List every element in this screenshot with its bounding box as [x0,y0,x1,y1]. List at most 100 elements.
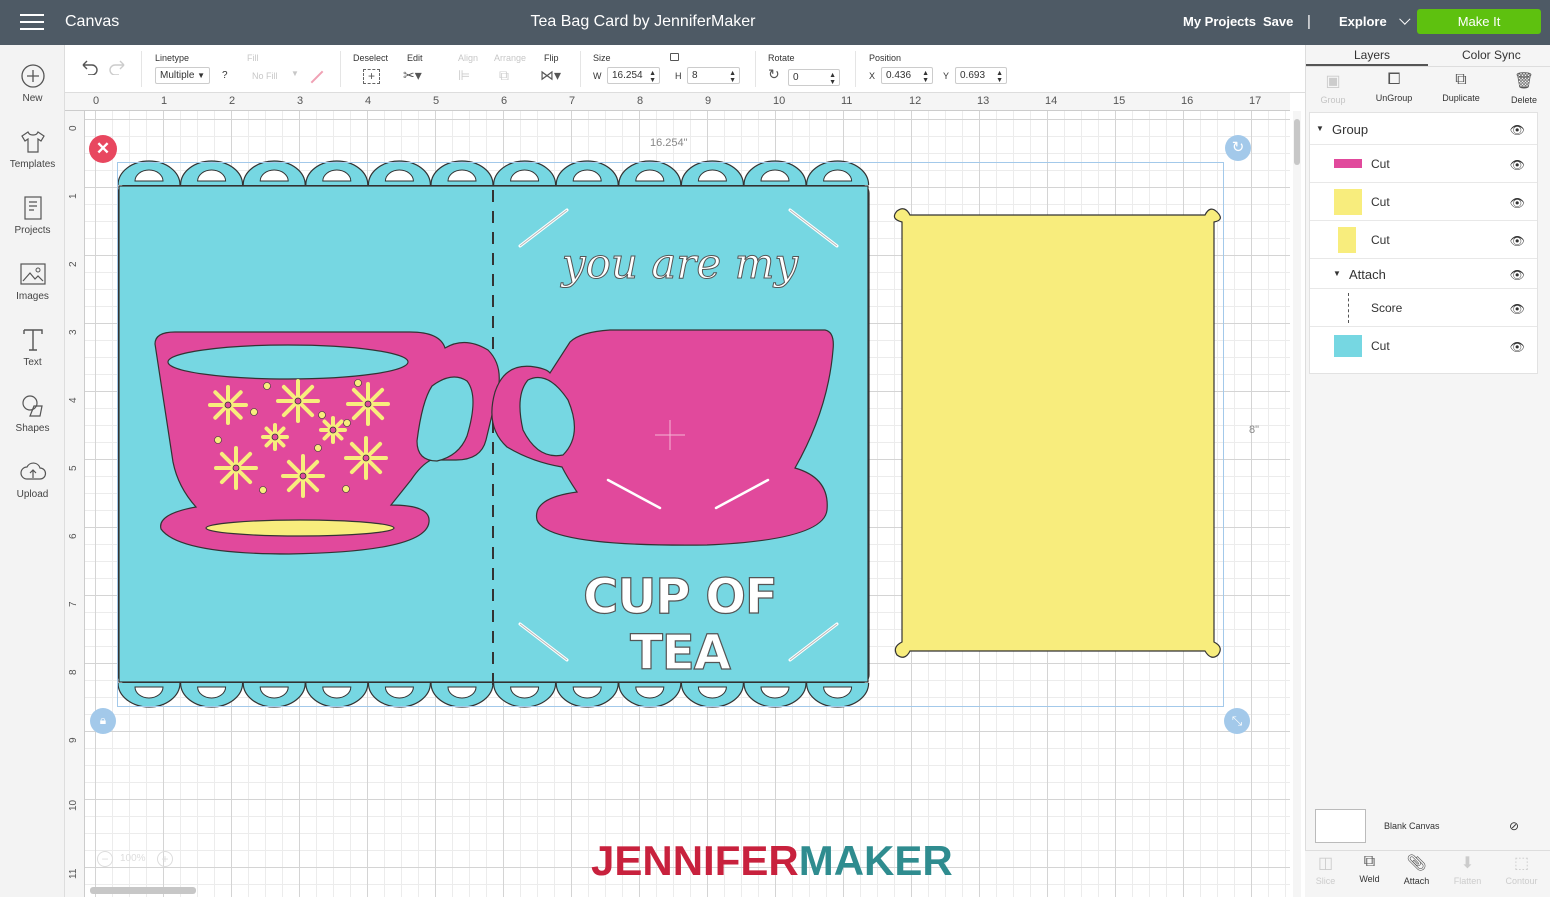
group-button[interactable]: ▣ Group [1306,71,1360,105]
shapes-icon [21,395,43,417]
sidebar-item-shapes[interactable]: Shapes [0,393,65,434]
align-icon[interactable]: ⊫ [458,67,470,84]
layer-label: Score [1371,301,1403,315]
ungroup-button[interactable]: ⧠ UnGroup [1367,71,1421,103]
height-input[interactable]: 8 ▲ ▼ [687,67,740,84]
width-label: W [593,71,602,81]
layer-row-group[interactable]: ▼ Group 👁︎ [1310,113,1537,145]
design-canvas[interactable]: 16.254" 8" you are my CUP OF TEA ✕ ↻ 🔒︎ … [85,111,1290,897]
sidebar-item-new[interactable]: New [0,63,65,104]
ruler-tick-label: 8 [637,95,644,107]
rotate-icon: ↻ [768,66,780,82]
score-line-swatch [1348,293,1349,323]
rotate-input[interactable]: 0 ▲ ▼ [788,69,840,86]
weld-button[interactable]: ⧉ Weld [1346,853,1393,884]
horizontal-scrollbar[interactable] [90,887,196,894]
project-title: Tea Bag Card by JenniferMaker [530,13,756,30]
my-projects-button[interactable]: My Projects [1183,14,1256,29]
arrange-icon[interactable]: ⧉ [499,67,509,84]
rotate-label: Rotate [768,53,795,63]
duplicate-button[interactable]: ⧉ Duplicate [1434,71,1488,103]
deselect-label: Deselect [353,53,389,63]
edit-toolbar: Linetype Multiple ▼ ? Fill No Fill ▼ Dese… [65,45,1305,93]
eye-icon[interactable]: 👁︎ [1510,268,1525,282]
layer-row-cut-yellow[interactable]: Cut 👁︎ [1310,183,1537,221]
stepper-icon: ▲ ▼ [996,70,1003,84]
position-label: Position [869,53,902,63]
ruler-tick-label: 9 [68,737,79,743]
zoom-level: 100% [120,853,146,864]
stepper-icon: ▲ ▼ [922,70,929,84]
ruler-tick-label: 1 [161,95,168,107]
attach-button[interactable]: 📎︎ Attach [1393,853,1440,886]
y-position-input[interactable]: 0.693 ▲ ▼ [955,67,1007,84]
linetype-label: Linetype [155,53,190,63]
lock-ratio-icon[interactable] [670,53,679,61]
redo-icon[interactable] [108,59,128,75]
sidebar-item-images[interactable]: Images [0,261,65,302]
undo-icon[interactable] [79,59,99,75]
ungroup-icon: ⧠ [1387,71,1401,88]
blank-canvas-label: Blank Canvas [1384,821,1440,831]
fill-color-swatch-icon[interactable] [310,70,324,84]
tab-color-sync[interactable]: Color Sync [1462,48,1521,62]
ruler-tick-label: 7 [68,601,79,607]
contour-button[interactable]: ⬚ Contour [1498,853,1545,886]
x-position-input[interactable]: 0.436 ▲ ▼ [881,67,933,84]
resize-handle[interactable]: ⤡ [1224,708,1250,734]
hidden-eye-icon[interactable]: ⊘ [1509,819,1519,833]
layer-row-score[interactable]: Score 👁︎ [1310,289,1537,327]
sidebar-item-upload[interactable]: Upload [0,459,65,500]
sidebar-item-projects[interactable]: Projects [0,195,65,236]
eye-icon[interactable]: 👁︎ [1510,158,1525,172]
caret-down-icon[interactable]: ▼ [1316,124,1324,133]
edit-tools-icon[interactable]: ✂▾ [403,67,422,84]
lock-handle[interactable]: 🔒︎ [90,708,116,734]
vertical-scrollbar[interactable] [1293,111,1301,897]
make-it-button[interactable]: Make It [1417,9,1541,34]
eye-icon[interactable]: 👁︎ [1510,234,1525,248]
linetype-value: Multiple [160,70,195,81]
ruler-tick-label: 15 [1113,95,1126,107]
height-label: H [675,71,682,81]
blank-canvas-swatch[interactable] [1315,809,1366,843]
slice-button[interactable]: ◫ Slice [1302,853,1349,886]
eye-icon[interactable]: 👁︎ [1510,340,1525,354]
eye-icon[interactable]: 👁︎ [1510,196,1525,210]
caret-down-icon[interactable]: ▼ [1333,269,1341,278]
tab-layers[interactable]: Layers [1354,48,1390,62]
save-button[interactable]: Save [1263,14,1293,29]
eye-icon[interactable]: 👁︎ [1510,123,1525,137]
layer-row-cut-pink[interactable]: Cut 👁︎ [1310,145,1537,183]
layer-row-attach[interactable]: ▼ Attach 👁︎ [1310,259,1537,289]
layer-row-cut-teal[interactable]: Cut 👁︎ [1310,327,1537,365]
machine-select[interactable]: Explore [1339,13,1411,29]
layer-row-cut-yellow-small[interactable]: Cut 👁︎ [1310,221,1537,259]
zoom-in-button[interactable]: + [157,851,173,867]
layers-list: ▼ Group 👁︎ Cut 👁︎ Cut 👁︎ Cut 👁︎ ▼ Attach… [1309,112,1538,374]
sidebar-item-text[interactable]: Text [0,327,65,368]
flatten-button[interactable]: ⬇ Flatten [1444,853,1491,886]
align-label: Align [458,53,479,63]
width-input[interactable]: 16.254 ▲ ▼ [607,67,660,84]
sidebar-item-label: Images [16,291,49,302]
flip-icon[interactable]: ⋈▾ [540,67,561,84]
deselect-icon[interactable]: + [363,69,380,84]
ruler-tick-label: 14 [1045,95,1058,107]
linetype-help-icon[interactable]: ? [222,70,228,81]
trash-icon: 🗑︎ [1513,73,1535,90]
weld-button-label: Weld [1359,874,1380,884]
linetype-select[interactable]: Multiple ▼ [155,67,210,84]
delete-selection-handle[interactable]: ✕ [89,135,117,163]
rotate-handle[interactable]: ↻ [1225,135,1251,161]
watermark-part1: JENNIFER [591,837,799,884]
selection-box [117,162,1224,707]
sidebar-item-templates[interactable]: Templates [0,129,65,170]
layer-label: Cut [1371,339,1390,353]
duplicate-icon: ⧉ [1455,71,1467,88]
zoom-out-button[interactable]: − [97,851,113,867]
fill-select[interactable]: No Fill [252,71,278,81]
eye-icon[interactable]: 👁︎ [1510,302,1525,316]
delete-button[interactable]: 🗑︎ Delete [1497,71,1550,105]
ruler-tick-label: 2 [68,261,79,267]
